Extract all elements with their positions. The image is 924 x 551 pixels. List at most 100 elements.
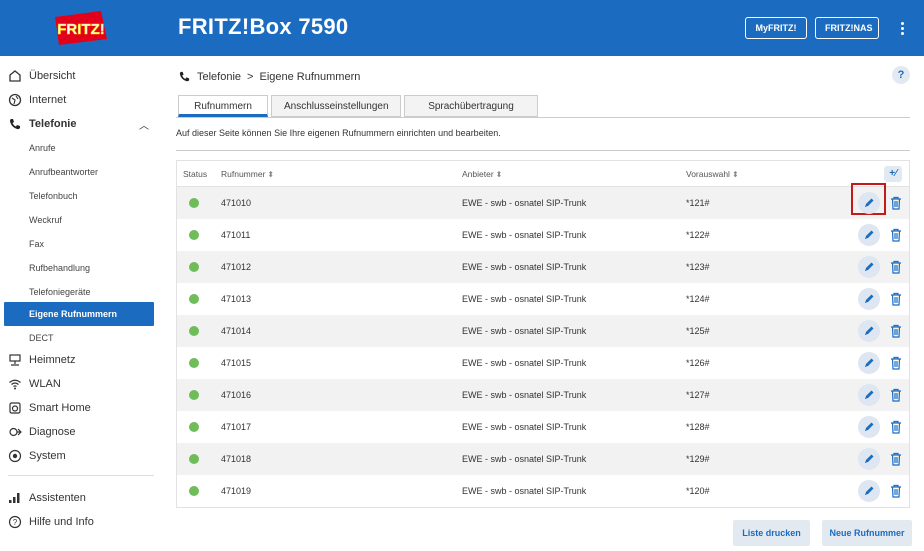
edit-button[interactable] [858, 288, 880, 310]
table-row: 471014 EWE - swb - osnatel SIP-Trunk *125# [177, 315, 909, 347]
cell-number: 471012 [221, 262, 252, 272]
sidebar-item-internet[interactable]: Internet [0, 88, 162, 112]
status-online-icon [189, 422, 199, 432]
tab-bar: Rufnummern Anschlusseinstellungen Sprach… [178, 95, 541, 117]
edit-button[interactable] [858, 224, 880, 246]
status-online-icon [189, 326, 199, 336]
edit-button[interactable] [858, 192, 880, 214]
sidebar-subitem-telefoniegeraete[interactable]: Telefoniegeräte [0, 280, 162, 304]
delete-button[interactable] [888, 322, 904, 340]
smarthome-icon [8, 401, 22, 415]
chevron-up-icon[interactable]: ︿ [139, 117, 149, 132]
pencil-icon [865, 294, 874, 303]
tab-rufnummern[interactable]: Rufnummern [178, 95, 268, 117]
edit-button[interactable] [858, 384, 880, 406]
sidebar-subitem-label: Telefoniegeräte [29, 287, 91, 297]
sidebar-item-label: Telefonie [29, 118, 77, 130]
delete-button[interactable] [888, 482, 904, 500]
cell-prefix: *120# [686, 486, 710, 496]
sidebar-subitem-anrufbeantworter[interactable]: Anrufbeantworter [0, 160, 162, 184]
pencil-icon [865, 262, 874, 271]
sidebar-subitem-anrufe[interactable]: Anrufe [0, 136, 162, 160]
help-button[interactable]: ? [892, 66, 910, 84]
breadcrumb-section[interactable]: Telefonie [197, 71, 241, 83]
cell-prefix: *128# [686, 422, 710, 432]
trash-icon [891, 420, 901, 434]
fritznas-button[interactable]: FRITZ!NAS [815, 17, 879, 39]
trash-icon [891, 228, 901, 242]
table-row: 471017 EWE - swb - osnatel SIP-Trunk *128# [177, 411, 909, 443]
delete-button[interactable] [888, 194, 904, 212]
header-provider[interactable]: Anbieter ⬍ [462, 169, 502, 179]
sidebar-subitem-label: Telefonbuch [29, 191, 78, 201]
header-prefix-label: Vorauswahl [686, 168, 730, 179]
sidebar-item-assistenten[interactable]: Assistenten [0, 486, 162, 510]
sidebar-subitem-label: Fax [29, 239, 45, 249]
myfritz-button[interactable]: MyFRITZ! [745, 17, 807, 39]
edit-button[interactable] [858, 416, 880, 438]
svg-text:FRITZ!: FRITZ! [57, 21, 104, 38]
cell-prefix: *121# [686, 198, 710, 208]
sidebar-item-uebersicht[interactable]: Übersicht [0, 64, 162, 88]
more-menu-icon[interactable] [892, 17, 912, 39]
sidebar-item-hilfe[interactable]: ? Hilfe und Info [0, 510, 162, 534]
cell-number: 471011 [221, 230, 251, 240]
edit-button[interactable] [858, 480, 880, 502]
delete-button[interactable] [888, 418, 904, 436]
delete-button[interactable] [888, 290, 904, 308]
fritz-logo[interactable]: FRITZ! [0, 0, 162, 56]
phone-icon [8, 117, 22, 131]
home-icon [8, 69, 22, 83]
sidebar-item-diagnose[interactable]: Diagnose [0, 420, 162, 444]
status-online-icon [189, 198, 199, 208]
pencil-icon [865, 358, 874, 367]
fritz-logo-icon: FRITZ! [55, 11, 107, 45]
table-header: Status Rufnummer ⬍ Anbieter ⬍ Vorauswahl ⬍ … [177, 161, 909, 187]
sidebar-subitem-rufbehandlung[interactable]: Rufbehandlung [0, 256, 162, 280]
sidebar-item-label: Internet [29, 94, 67, 106]
edit-button[interactable] [858, 448, 880, 470]
sidebar-subitem-dect[interactable]: DECT [0, 326, 162, 350]
delete-button[interactable] [888, 450, 904, 468]
breadcrumb-page: Eigene Rufnummern [259, 70, 361, 83]
delete-button[interactable] [888, 386, 904, 404]
header-number[interactable]: Rufnummer ⬍ [221, 169, 274, 179]
pencil-icon [865, 390, 874, 399]
sidebar-item-system[interactable]: System [0, 444, 162, 468]
sidebar-subitem-eigene-rufnummern[interactable]: Eigene Rufnummern [4, 302, 154, 326]
sort-icon: ⬍ [267, 169, 275, 179]
header-provider-label: Anbieter [462, 168, 494, 179]
sidebar-subitem-telefonbuch[interactable]: Telefonbuch [0, 184, 162, 208]
cell-provider: EWE - swb - osnatel SIP-Trunk [462, 326, 587, 336]
sidebar-subitem-weckruf[interactable]: Weckruf [0, 208, 162, 232]
top-header: FRITZ! FRITZ!Box 7590 MyFRITZ! FRITZ!NAS [0, 0, 924, 56]
print-list-button[interactable]: Liste drucken [733, 520, 810, 546]
edit-button[interactable] [858, 256, 880, 278]
table-row: 471016 EWE - swb - osnatel SIP-Trunk *127# [177, 379, 909, 411]
sidebar-item-heimnetz[interactable]: Heimnetz [0, 348, 162, 372]
delete-button[interactable] [888, 354, 904, 372]
edit-button[interactable] [858, 320, 880, 342]
cell-provider: EWE - swb - osnatel SIP-Trunk [462, 262, 587, 272]
pencil-icon [865, 326, 874, 335]
cell-provider: EWE - swb - osnatel SIP-Trunk [462, 454, 587, 464]
cell-prefix: *122# [686, 230, 710, 240]
trash-icon [891, 356, 901, 370]
cell-prefix: *123# [686, 262, 710, 272]
new-number-button[interactable]: Neue Rufnummer [822, 520, 912, 546]
sidebar-item-label: System [29, 450, 66, 462]
sidebar-item-telefonie[interactable]: Telefonie ︿ [0, 112, 162, 136]
table-row: 471011 EWE - swb - osnatel SIP-Trunk *122# [177, 219, 909, 251]
edit-button[interactable] [858, 352, 880, 374]
sidebar-item-wlan[interactable]: WLAN [0, 372, 162, 396]
header-prefix[interactable]: Vorauswahl ⬍ [686, 169, 739, 179]
delete-button[interactable] [888, 258, 904, 276]
delete-button[interactable] [888, 226, 904, 244]
tab-anschlusseinstellungen[interactable]: Anschlusseinstellungen [271, 95, 401, 117]
add-number-button[interactable]: +∕ [884, 166, 902, 182]
sidebar-subitem-fax[interactable]: Fax [0, 232, 162, 256]
sidebar-item-label: Smart Home [29, 402, 91, 414]
tab-sprachuebertragung[interactable]: Sprachübertragung [404, 95, 538, 117]
sidebar-item-smarthome[interactable]: Smart Home [0, 396, 162, 420]
status-online-icon [189, 230, 199, 240]
